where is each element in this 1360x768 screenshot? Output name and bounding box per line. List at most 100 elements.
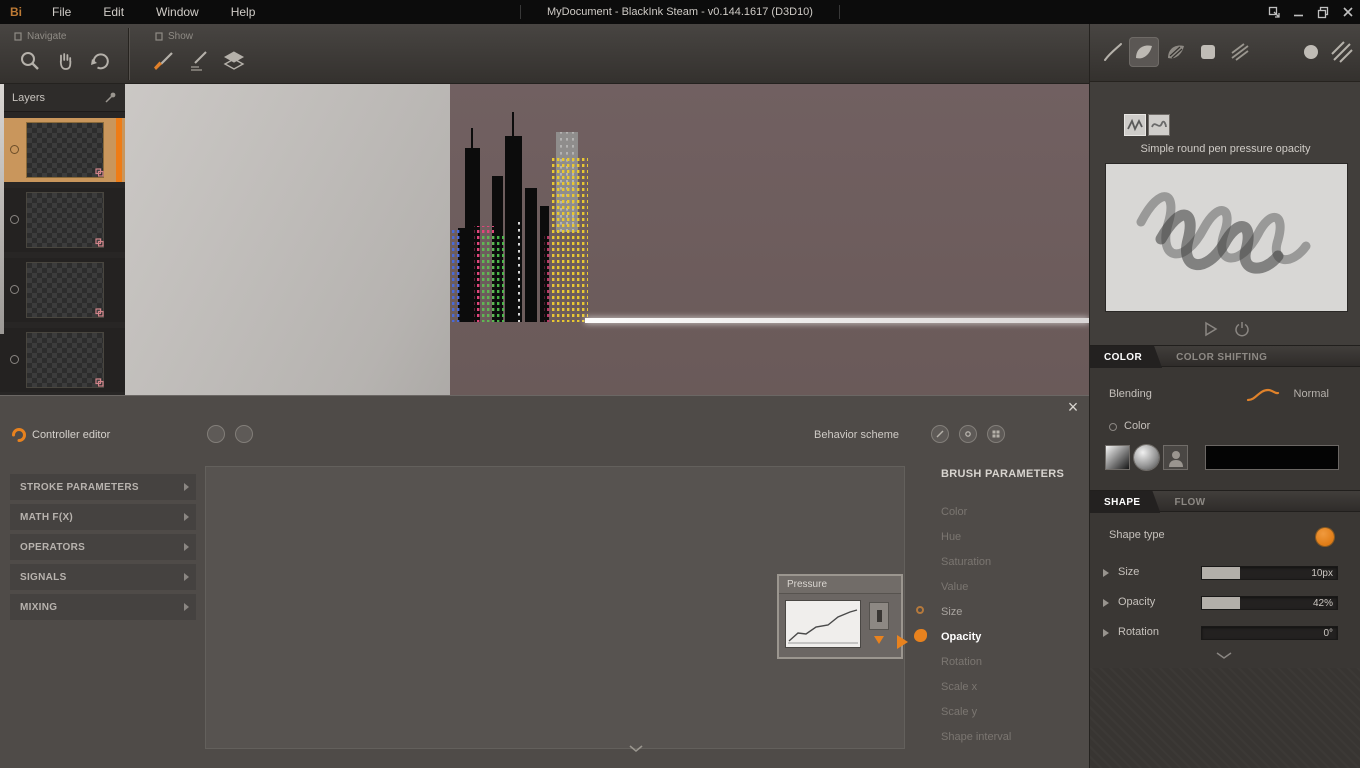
controller-editor-title: Controller editor	[32, 429, 111, 441]
expand-chevron-icon[interactable]	[1103, 629, 1109, 637]
layers-pin-icon[interactable]	[103, 91, 117, 105]
param-size[interactable]: Size	[916, 599, 1089, 624]
show-layers-icon[interactable]	[222, 48, 246, 74]
layer-badge-icon	[95, 378, 104, 387]
color-section-label: Color	[1124, 420, 1151, 432]
blending-curve-icon[interactable]	[1246, 387, 1280, 403]
rotation-slider[interactable]: 0°	[1201, 626, 1338, 640]
menu-file[interactable]: File	[36, 5, 87, 19]
selected-layer-accent	[116, 118, 122, 182]
rotation-row: Rotation 0°	[1090, 624, 1360, 644]
category-math-fx[interactable]: MATH F(X)	[10, 504, 196, 530]
show-strokes-icon[interactable]	[187, 48, 211, 74]
close-icon[interactable]: ×	[1064, 397, 1082, 418]
hatch-brush-icon[interactable]	[1327, 37, 1357, 67]
controller-slot-button-2[interactable]	[235, 425, 253, 443]
layer-thumbnail[interactable]	[26, 262, 104, 318]
layer-visibility-icon[interactable]	[10, 355, 19, 364]
param-opacity[interactable]: Opacity	[914, 624, 1089, 649]
param-scale-x[interactable]: Scale x	[920, 674, 1089, 699]
param-hue[interactable]: Hue	[920, 524, 1089, 549]
param-saturation[interactable]: Saturation	[920, 549, 1089, 574]
dock-icon[interactable]	[1268, 6, 1281, 19]
square-brush-icon[interactable]	[1193, 37, 1223, 67]
panel-collapse-chevron-icon[interactable]	[628, 744, 644, 753]
shape-type-row: Shape type	[1090, 528, 1360, 548]
connect-ring-icon[interactable]	[916, 606, 924, 614]
shape-type-circle-icon[interactable]	[1316, 528, 1334, 546]
show-brush-cursor-icon[interactable]	[152, 48, 176, 74]
expand-chevron-icon[interactable]	[1103, 569, 1109, 577]
brush-settings-panel: Simple round pen pressure opacity COLOR …	[1089, 24, 1360, 768]
tab-color-shifting[interactable]: COLOR SHIFTING	[1162, 346, 1281, 368]
controller-slot-button-1[interactable]	[207, 425, 225, 443]
brush-variant-thumb-2[interactable]	[1148, 114, 1170, 136]
menu-edit[interactable]: Edit	[87, 5, 140, 19]
layer-item-3[interactable]	[0, 258, 125, 322]
behavior-scheme-edit-button[interactable]	[959, 425, 977, 443]
round-pen-brush-icon[interactable]	[1129, 37, 1159, 67]
rotation-label: Rotation	[1118, 626, 1159, 638]
param-value[interactable]: Value	[920, 574, 1089, 599]
blending-mode-value[interactable]: Normal	[1294, 388, 1329, 400]
connected-marker-icon[interactable]	[914, 629, 927, 642]
behavior-scheme-list-button[interactable]	[987, 425, 1005, 443]
category-operators[interactable]: OPERATORS	[10, 534, 196, 560]
opacity-slider[interactable]: 42%	[1201, 596, 1338, 610]
pencil-stroke-brush-icon[interactable]	[1098, 37, 1128, 67]
layer-item-1[interactable]	[0, 118, 125, 182]
param-color[interactable]: Color	[920, 499, 1089, 524]
param-shape-interval[interactable]: Shape interval	[920, 724, 1089, 749]
layers-panel-scrollbar[interactable]	[0, 84, 4, 334]
pan-hand-tool-icon[interactable]	[53, 48, 77, 74]
gradient-picker-icon[interactable]	[1105, 445, 1130, 470]
minimize-icon[interactable]	[1293, 6, 1305, 18]
model-head-icon[interactable]	[1163, 445, 1188, 470]
menu-help[interactable]: Help	[215, 5, 272, 19]
play-preview-icon[interactable]	[1201, 320, 1219, 338]
brush-name-label: Simple round pen pressure opacity	[1140, 143, 1311, 155]
layer-visibility-icon[interactable]	[10, 145, 19, 154]
power-toggle-icon[interactable]	[1233, 320, 1251, 338]
current-color-swatch[interactable]	[1205, 445, 1339, 470]
layer-visibility-icon[interactable]	[10, 215, 19, 224]
section-collapse-chevron-icon[interactable]	[1215, 651, 1233, 660]
scratchy-brush-icon[interactable]	[1225, 37, 1255, 67]
rotate-view-tool-icon[interactable]	[88, 48, 112, 74]
behavior-scheme-save-button[interactable]	[931, 425, 949, 443]
layer-item-4[interactable]	[0, 328, 125, 392]
layer-thumbnail[interactable]	[26, 332, 104, 388]
pressure-node[interactable]: Pressure	[777, 574, 903, 659]
layer-visibility-icon[interactable]	[10, 285, 19, 294]
tab-flow[interactable]: FLOW	[1160, 491, 1219, 513]
close-icon[interactable]	[1342, 6, 1354, 18]
smudge-circle-brush-icon[interactable]	[1296, 37, 1326, 67]
sphere-shading-icon[interactable]	[1134, 445, 1159, 470]
maximize-icon[interactable]	[1317, 6, 1330, 19]
node-output-port[interactable]	[869, 602, 889, 630]
menu-window[interactable]: Window	[140, 5, 215, 19]
textured-brush-icon[interactable]	[1161, 37, 1191, 67]
color-swatch-row	[1090, 445, 1360, 473]
param-rotation[interactable]: Rotation	[920, 649, 1089, 674]
pressure-curve-graph[interactable]	[785, 600, 861, 648]
layer-thumbnail[interactable]	[26, 122, 104, 178]
layer-list	[0, 118, 125, 395]
brush-variant-thumb-1[interactable]	[1124, 114, 1146, 136]
size-slider[interactable]: 10px	[1201, 566, 1338, 580]
layers-panel: Layers	[0, 84, 125, 395]
category-stroke-parameters[interactable]: STROKE PARAMETERS	[10, 474, 196, 500]
expand-chevron-icon[interactable]	[1103, 599, 1109, 607]
param-scale-y[interactable]: Scale y	[920, 699, 1089, 724]
tab-color[interactable]: COLOR	[1090, 346, 1162, 368]
pressure-node-title[interactable]: Pressure	[779, 576, 901, 594]
layer-badge-icon	[95, 238, 104, 247]
canvas-workspace[interactable]	[125, 84, 1089, 395]
category-signals[interactable]: SIGNALS	[10, 564, 196, 590]
layer-thumbnail[interactable]	[26, 192, 104, 248]
color-radio-icon[interactable]	[1109, 423, 1117, 431]
tab-shape[interactable]: SHAPE	[1090, 491, 1160, 513]
layer-item-2[interactable]	[0, 188, 125, 252]
zoom-tool-icon[interactable]	[18, 48, 42, 74]
category-mixing[interactable]: MIXING	[10, 594, 196, 620]
